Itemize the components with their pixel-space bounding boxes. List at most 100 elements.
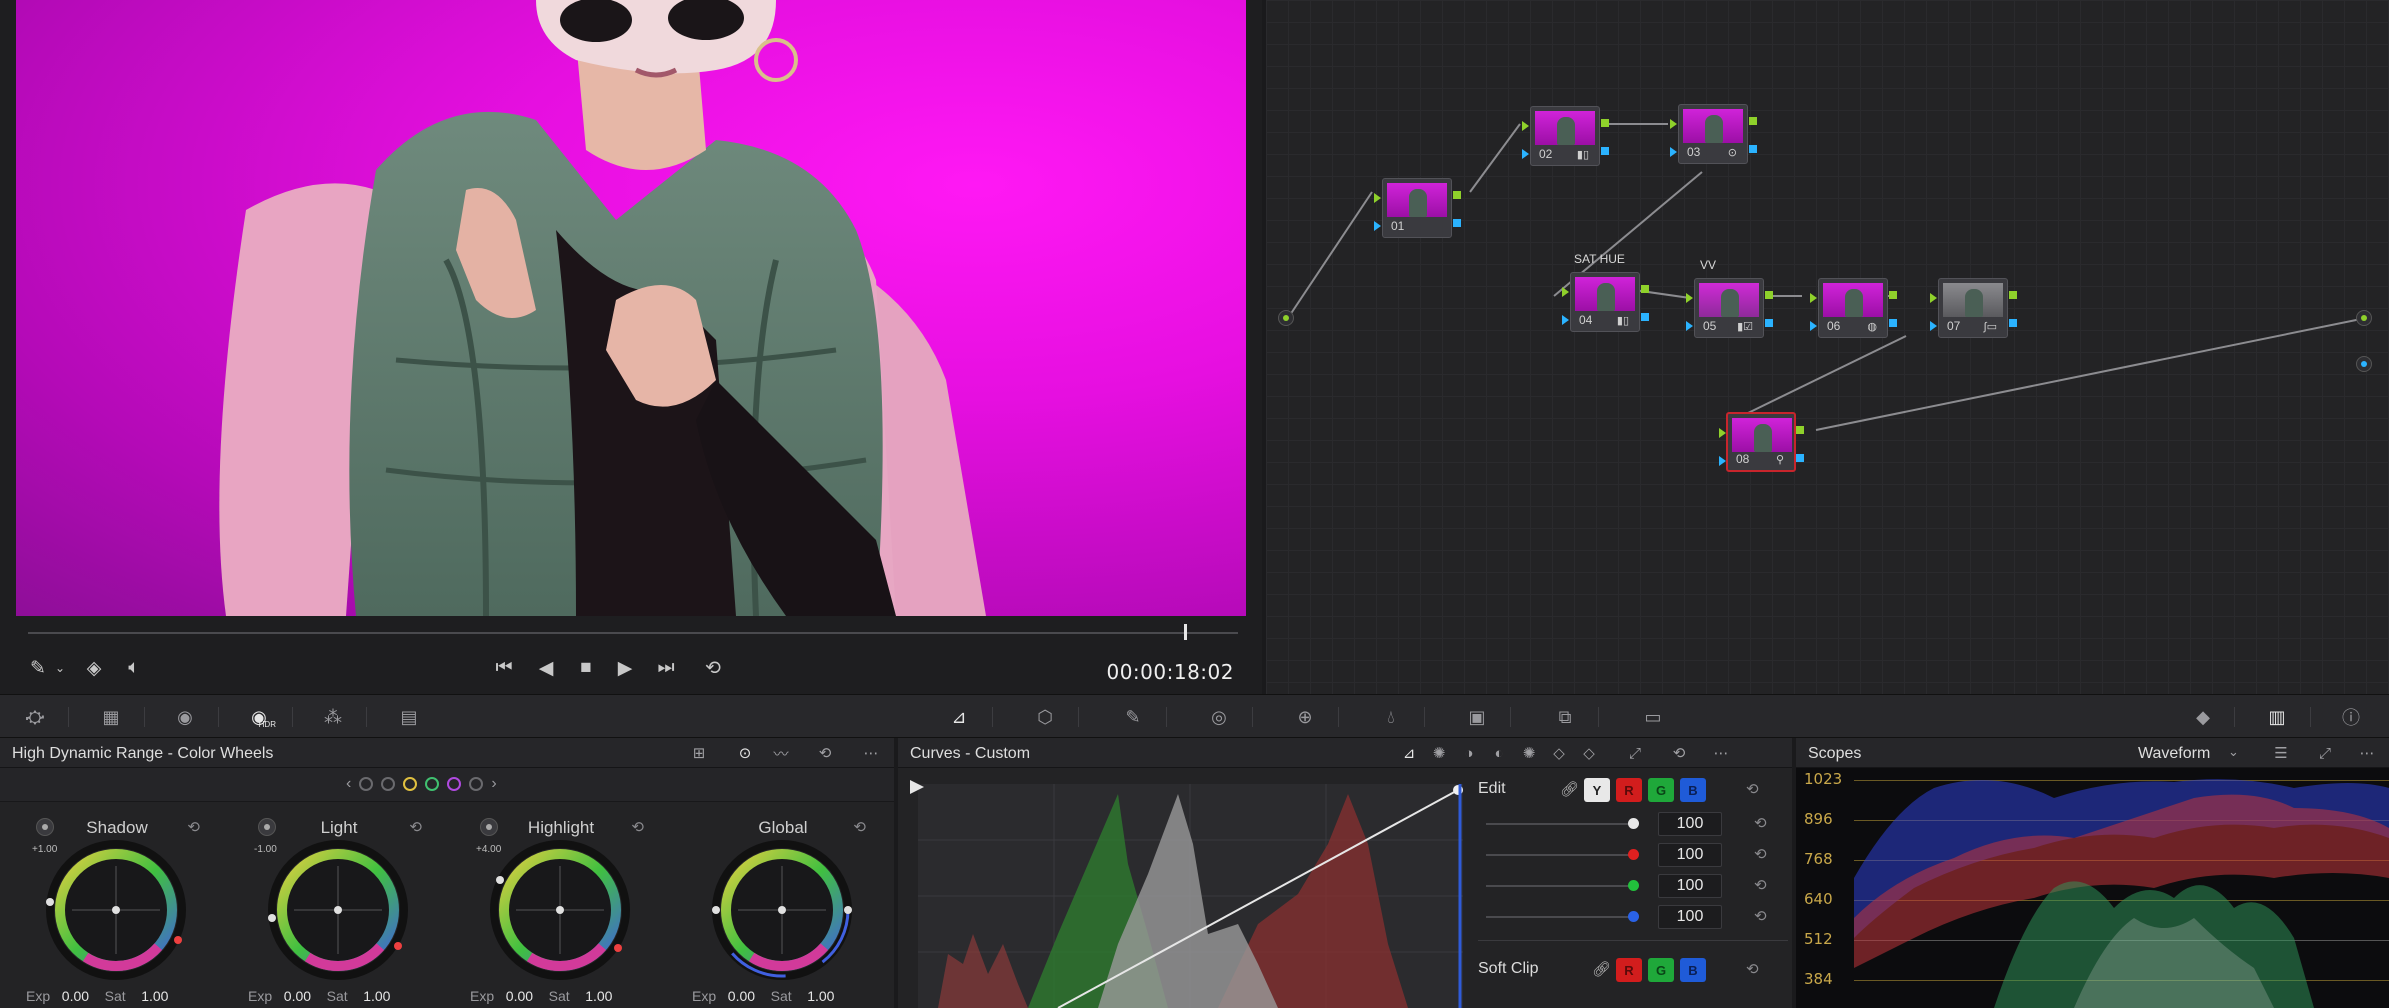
output-alpha[interactable] <box>2356 356 2372 372</box>
reset-icon[interactable]: ⟲ <box>814 743 836 763</box>
play-icon[interactable]: ▶ <box>609 650 641 686</box>
timeline-scrubber[interactable] <box>28 632 1238 634</box>
hue-vs-sat-icon[interactable]: ◑ <box>1458 743 1480 763</box>
slider-track[interactable] <box>1486 823 1636 825</box>
color-match-icon[interactable]: ▦ <box>96 703 126 731</box>
page-dot[interactable] <box>469 777 484 791</box>
prev-icon[interactable]: ‹ <box>346 775 351 793</box>
step-back-icon[interactable]: ◀ <box>530 650 562 686</box>
slider-b[interactable]: 100 ⟲ <box>1486 905 1786 929</box>
reset-icon[interactable]: ⟲ <box>409 818 422 836</box>
motion-effects-icon[interactable]: ▤ <box>394 703 424 731</box>
slider-y[interactable]: 100 ⟲ <box>1486 812 1786 836</box>
color-warper-icon[interactable]: ⬡ <box>1030 703 1060 731</box>
custom-curve-icon[interactable]: ⊿ <box>1398 743 1420 763</box>
info-icon[interactable]: ⓘ <box>2336 703 2366 731</box>
curve-graph[interactable] <box>918 784 1463 1008</box>
reset-icon[interactable]: ⟲ <box>1668 743 1690 763</box>
slider-value[interactable]: 100 <box>1658 905 1722 929</box>
key-icon[interactable]: ▣ <box>1462 703 1492 731</box>
slider-value[interactable]: 100 <box>1658 843 1722 867</box>
color-wheel[interactable] <box>712 840 852 980</box>
exp-value[interactable]: 0.00 <box>506 988 533 1004</box>
more-icon[interactable]: ⋯ <box>2356 743 2378 763</box>
slider-knob[interactable] <box>1628 911 1639 922</box>
settings-icon[interactable]: ☰ <box>2270 743 2292 763</box>
slider-track[interactable] <box>1486 916 1636 918</box>
loop-icon[interactable]: ⟲ <box>697 650 729 686</box>
hue-vs-hue-icon[interactable]: ✺ <box>1428 743 1450 763</box>
source-input[interactable] <box>1278 310 1294 326</box>
node-08[interactable]: 08 ⚲ <box>1719 412 1804 472</box>
sat-value[interactable]: 1.00 <box>807 988 834 1004</box>
node-06[interactable]: 06 ◍ <box>1810 278 1897 338</box>
node-editor[interactable]: 01 02 ▮▯ 03 ⊙ SAT HUE 04 ▮▯ VV 05 ▮☑ 06 … <box>1266 0 2389 694</box>
zone-icon[interactable]: ⊞ <box>688 743 710 763</box>
expand-icon[interactable]: ⤢ <box>1624 743 1646 763</box>
window-icon[interactable]: ◎ <box>1204 703 1234 731</box>
sat-vs-sat-icon[interactable]: ◇ <box>1548 743 1570 763</box>
more-icon[interactable]: ⋯ <box>1710 743 1732 763</box>
node-07[interactable]: 07 ∫▭ <box>1930 278 2017 338</box>
slider-knob[interactable] <box>1628 849 1639 860</box>
chip-b[interactable]: B <box>1680 778 1706 802</box>
color-wheel[interactable] <box>490 840 630 980</box>
layers-icon[interactable]: ◈ <box>78 650 110 686</box>
slider-track[interactable] <box>1486 854 1636 856</box>
sizing-icon[interactable]: ⧉ <box>1550 703 1580 731</box>
exp-value[interactable]: 0.00 <box>728 988 755 1004</box>
skip-start-icon[interactable]: ⏮ <box>488 650 520 686</box>
curves-icon[interactable]: ⊿ <box>944 703 974 731</box>
wheel-mode-icon[interactable]: ⊙ <box>734 743 756 763</box>
soft-clip-chip-b[interactable]: B <box>1680 958 1706 982</box>
reset-icon[interactable]: ⟲ <box>1754 845 1767 863</box>
node-01[interactable]: 01 <box>1374 178 1461 238</box>
color-wheels-icon[interactable]: ◉ <box>170 703 200 731</box>
skip-end-icon[interactable]: ⏭ <box>650 650 682 686</box>
reset-icon[interactable]: ⟲ <box>1754 907 1767 925</box>
page-dot[interactable] <box>381 777 396 791</box>
sat-value[interactable]: 1.00 <box>585 988 612 1004</box>
slider-knob[interactable] <box>1628 880 1639 891</box>
link-icon[interactable]: 🔗︎ <box>1592 960 1611 978</box>
output-rgb[interactable] <box>2356 310 2372 326</box>
slider-g[interactable]: 100 ⟲ <box>1486 874 1786 898</box>
chevron-down-icon[interactable]: ⌄ <box>44 650 76 686</box>
color-wheel[interactable] <box>268 840 408 980</box>
more-icon[interactable]: ⋯ <box>860 743 882 763</box>
page-dot[interactable] <box>447 777 462 791</box>
chip-y[interactable]: Y <box>1584 778 1610 802</box>
page-dot[interactable] <box>425 777 440 791</box>
reset-icon[interactable]: ⟲ <box>1746 960 1759 978</box>
tracker-icon[interactable]: ⊕ <box>1290 703 1320 731</box>
chevron-down-icon[interactable]: ⌄ <box>2228 744 2239 760</box>
reset-icon[interactable]: ⟲ <box>853 818 866 836</box>
slider-value[interactable]: 100 <box>1658 874 1722 898</box>
expand-icon[interactable]: ⤢ <box>2314 743 2336 763</box>
next-icon[interactable]: › <box>491 775 496 793</box>
playhead[interactable] <box>1183 624 1187 640</box>
hue-vs-lum-icon[interactable]: ◐ <box>1488 743 1510 763</box>
soft-clip-chip-g[interactable]: G <box>1648 958 1674 982</box>
rgb-mixer-icon[interactable]: ⁂ <box>318 703 348 731</box>
qualifier-icon[interactable]: ✎ <box>1118 703 1148 731</box>
waveform-icon[interactable]: 〰 <box>770 743 792 763</box>
exp-value[interactable]: 0.00 <box>284 988 311 1004</box>
node-04[interactable]: 04 ▮▯ <box>1562 272 1649 332</box>
node-02[interactable]: 02 ▮▯ <box>1522 106 1609 166</box>
scope-mode-select[interactable]: Waveform <box>2138 745 2210 763</box>
link-icon[interactable]: 🔗︎ <box>1560 780 1579 798</box>
node-05[interactable]: 05 ▮☑ <box>1686 278 1773 338</box>
reset-icon[interactable]: ⟲ <box>1746 780 1759 798</box>
stop-icon[interactable]: ■ <box>570 650 602 686</box>
camera-raw-icon[interactable]: ⛮ <box>20 703 50 731</box>
video-frame[interactable] <box>16 0 1246 616</box>
node-03[interactable]: 03 ⊙ <box>1670 104 1757 164</box>
speaker-icon[interactable]: 🔈︎ <box>118 650 150 686</box>
page-dot[interactable] <box>359 777 374 791</box>
color-wheel[interactable] <box>46 840 186 980</box>
reset-icon[interactable]: ⟲ <box>1754 814 1767 832</box>
chip-g[interactable]: G <box>1648 778 1674 802</box>
exp-value[interactable]: 0.00 <box>62 988 89 1004</box>
reset-icon[interactable]: ⟲ <box>1754 876 1767 894</box>
